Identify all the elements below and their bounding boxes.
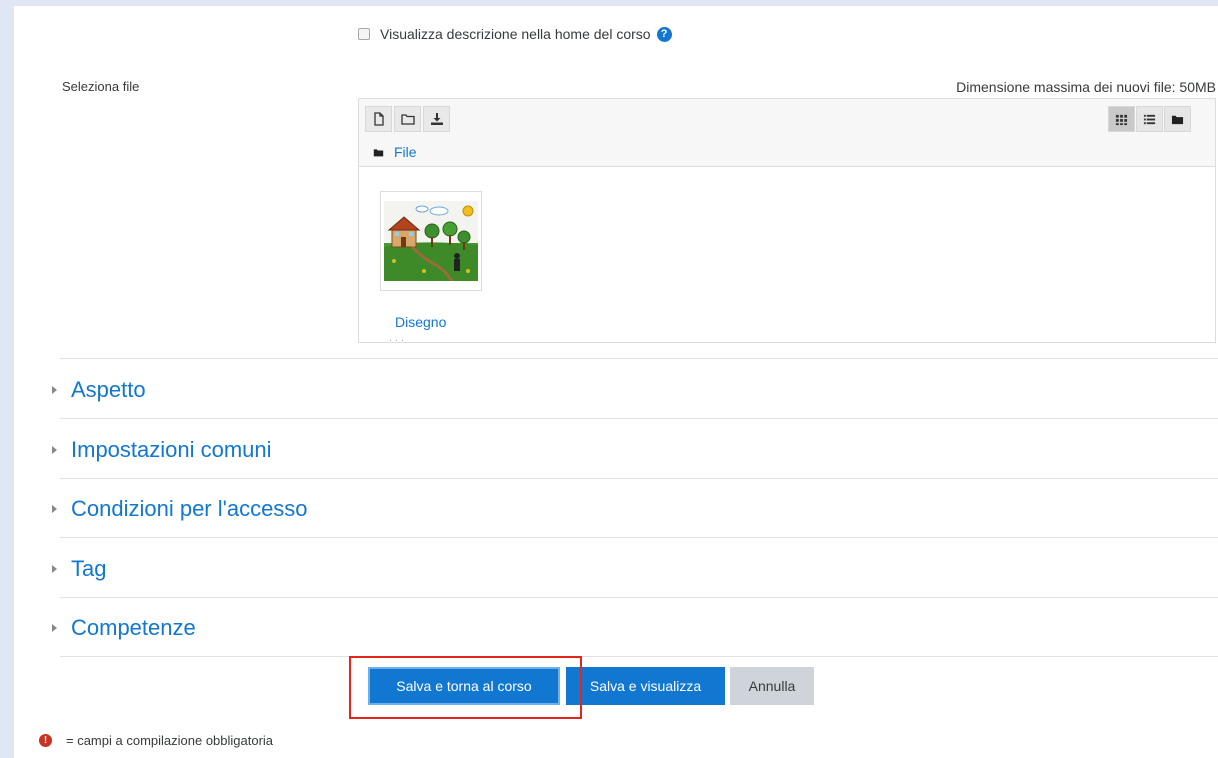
file-name-link[interactable]: Disegno [395, 314, 446, 330]
section-impostazioni-comuni[interactable]: Impostazioni comuni [52, 437, 272, 463]
expand-icon [52, 446, 57, 454]
section-title: Impostazioni comuni [71, 437, 272, 462]
required-icon: ! [39, 734, 52, 747]
highlight-annotation [349, 656, 582, 719]
expand-icon [52, 565, 57, 573]
divider [60, 597, 1218, 598]
form-page: Visualizza descrizione nella home del co… [14, 6, 1218, 758]
view-tree-button[interactable] [1164, 106, 1191, 132]
divider [60, 537, 1218, 538]
required-note: = campi a compilazione obbligatoria [66, 733, 274, 748]
section-aspetto[interactable]: Aspetto [52, 377, 146, 403]
file-manager-toolbar: File [359, 99, 1215, 167]
breadcrumb: File [373, 144, 417, 160]
divider [60, 418, 1218, 419]
section-condizioni-accesso[interactable]: Condizioni per l'accesso [52, 496, 308, 522]
view-grid-button[interactable] [1108, 106, 1135, 132]
folder-filled-icon [373, 148, 384, 156]
add-file-button[interactable] [365, 106, 392, 132]
show-description-label: Visualizza descrizione nella home del co… [380, 26, 651, 42]
required-legend: ! = campi a compilazione obbligatoria [39, 733, 273, 748]
list-icon [1143, 114, 1156, 124]
divider [60, 358, 1218, 359]
create-folder-button[interactable] [394, 106, 421, 132]
file-name-overflow: ··· [389, 335, 407, 345]
show-description-row: Visualizza descrizione nella home del co… [358, 26, 672, 42]
folder-icon [400, 114, 415, 125]
cancel-button[interactable]: Annulla [730, 667, 814, 705]
section-competenze[interactable]: Competenze [52, 615, 196, 641]
divider [60, 478, 1218, 479]
section-title: Tag [71, 556, 107, 581]
section-title: Condizioni per l'accesso [71, 496, 308, 521]
file-thumbnail[interactable] [380, 191, 482, 291]
drawing-thumbnail-image [384, 201, 478, 282]
grid-icon [1115, 114, 1128, 125]
download-icon [430, 113, 443, 125]
save-display-button[interactable]: Salva e visualizza [566, 667, 725, 705]
file-manager: File Disegno ··· [358, 98, 1216, 345]
divider [60, 656, 1218, 657]
select-file-label: Seleziona file [62, 79, 140, 94]
path-root-link[interactable]: File [394, 144, 417, 160]
section-title: Competenze [71, 615, 196, 640]
section-title: Aspetto [71, 377, 146, 402]
help-icon[interactable]: ? [656, 26, 672, 42]
expand-icon [52, 386, 57, 394]
file-icon [373, 112, 384, 126]
download-button[interactable] [423, 106, 450, 132]
expand-icon [52, 505, 57, 513]
section-tag[interactable]: Tag [52, 556, 106, 582]
max-size-text: Dimensione massima dei nuovi file: 50MB [956, 79, 1216, 95]
expand-icon [52, 624, 57, 632]
show-description-checkbox[interactable] [358, 28, 370, 40]
tree-icon [1171, 115, 1184, 124]
view-list-button[interactable] [1136, 106, 1163, 132]
